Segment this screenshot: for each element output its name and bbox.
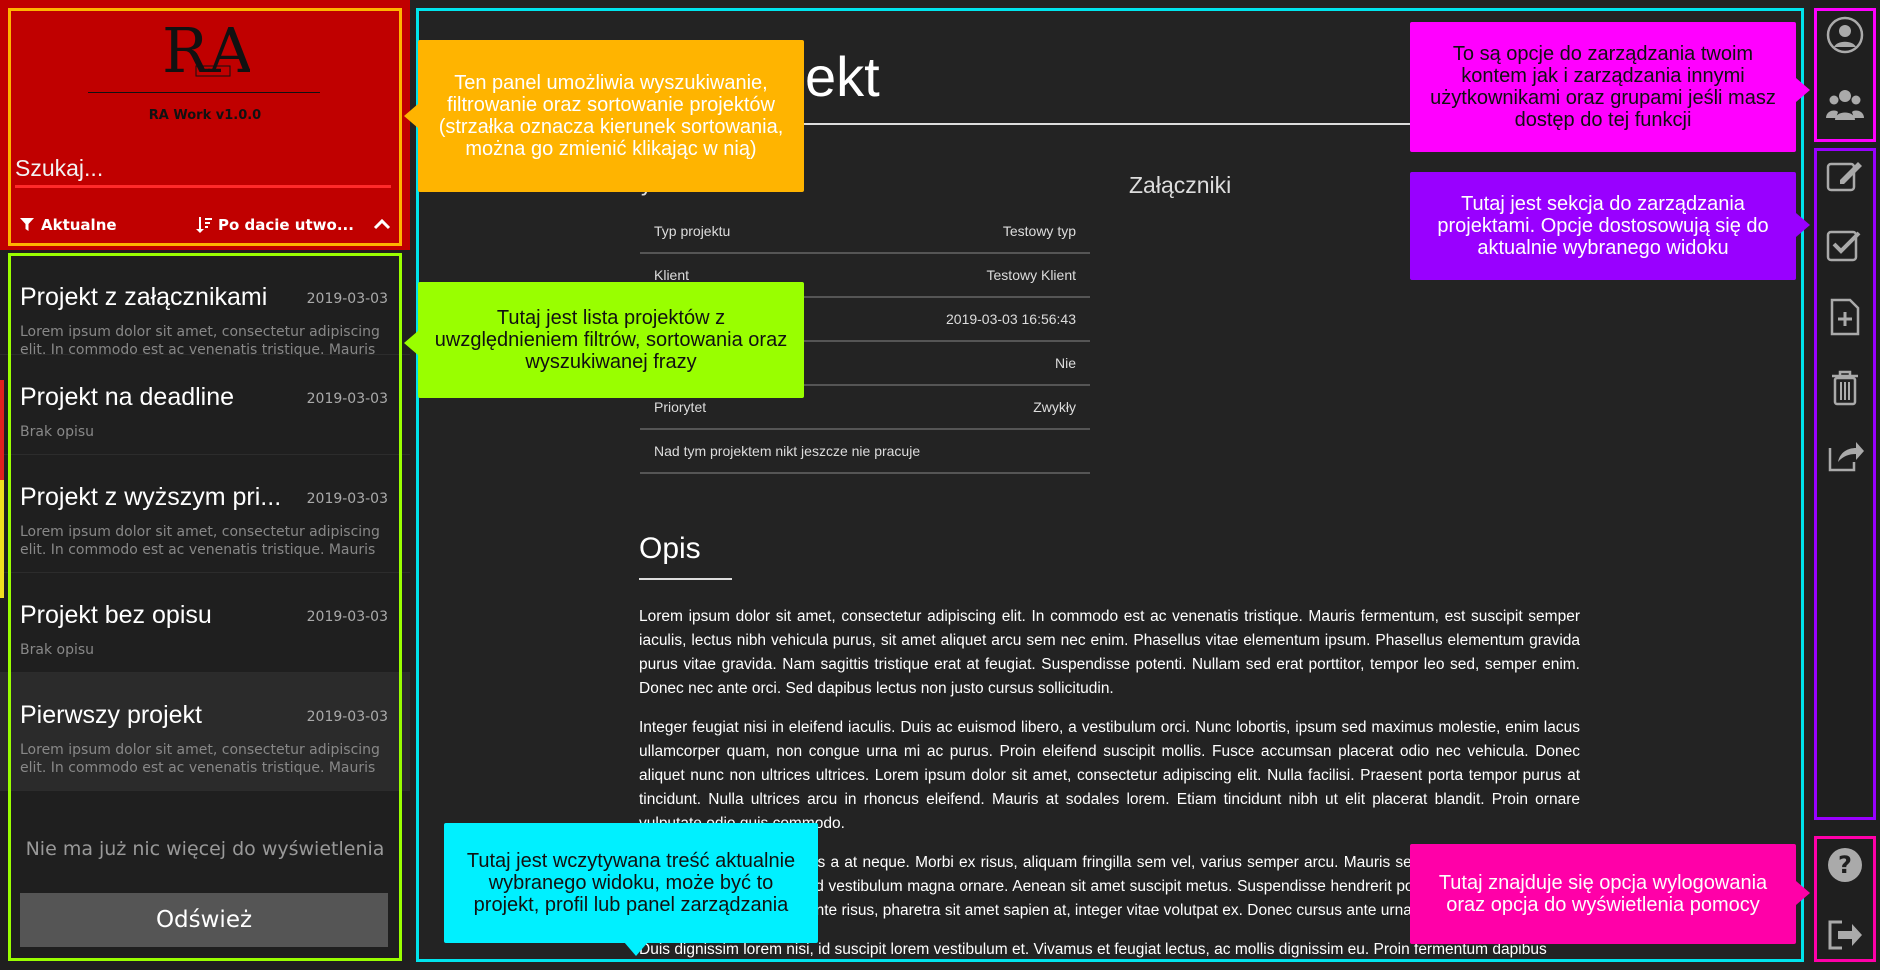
project-list-item[interactable]: Projekt z wyższym pri... 2019-03-03 Lorem … <box>0 455 410 573</box>
chevron-up-icon[interactable] <box>370 212 394 236</box>
projects-tip-arrow <box>1796 213 1810 237</box>
sort-label: Po dacie utwo... <box>218 216 354 234</box>
deadline-marker <box>0 380 4 480</box>
project-title: Projekt na deadline <box>20 383 235 411</box>
detail-value: Nie <box>1054 355 1076 371</box>
project-date: 2019-03-03 <box>306 291 388 307</box>
list-tip: Tutaj jest lista projektów z uwzględnien… <box>418 282 804 398</box>
project-list-item[interactable]: Projekt z załącznikami 2019-03-03 Lorem ip… <box>0 255 410 358</box>
user-icon[interactable] <box>1826 16 1864 54</box>
list-end-text: Nie ma już nic więcej do wyświetlenia <box>25 838 385 860</box>
detail-value: 2019-03-03 16:56:43 <box>946 311 1076 327</box>
detail-label: Nad tym projektem nikt jeszcze nie pracu… <box>654 443 921 459</box>
project-title: Projekt z wyższym pri... <box>20 483 282 511</box>
project-desc: Brak opisu <box>20 424 95 440</box>
project-desc: Brak opisu <box>20 642 95 658</box>
right-sidebar: ? <box>1810 0 1880 970</box>
refresh-button[interactable]: Odśwież <box>20 893 388 947</box>
content-tip: Tutaj jest wczytywana treść aktualnie wy… <box>444 823 818 943</box>
project-desc: Lorem ipsum dolor sit amet, consectetur … <box>20 524 380 558</box>
project-title: Projekt bez opisu <box>20 601 212 629</box>
description-underline <box>639 578 732 580</box>
logout-tip: Tutaj znajduje się opcja wylogowania ora… <box>1410 844 1796 944</box>
description-heading: Opis <box>639 532 701 565</box>
content-tip-arrow <box>624 942 648 956</box>
edit-icon[interactable] <box>1826 156 1864 194</box>
detail-value: Zwykły <box>1033 399 1076 415</box>
account-tip-arrow <box>1796 78 1810 102</box>
filter-row: Aktualne Po dacie utwo... <box>0 212 410 238</box>
ra-logo: RA <box>162 14 250 86</box>
users-icon[interactable] <box>1826 86 1864 124</box>
project-date: 2019-03-03 <box>306 709 388 725</box>
account-tip: To są opcje do zarządzania twoim kontem … <box>1410 22 1796 152</box>
project-list-item[interactable]: Projekt bez opisu 2019-03-03 Brak opisu <box>0 573 410 673</box>
app-root: RA RA Work v1.0.0 Aktualne Po dacie utwo… <box>0 0 1880 970</box>
search-input[interactable] <box>15 152 391 188</box>
detail-row: Typ projektu Testowy typ <box>640 210 1090 254</box>
search-tip: Ten panel umożliwia wyszukiwanie, filtro… <box>418 40 804 192</box>
priority-marker <box>0 480 4 598</box>
detail-label: Klient <box>654 267 690 283</box>
detail-value: Testowy typ <box>1002 223 1076 239</box>
attachments-heading: Załączniki <box>1129 172 1232 198</box>
logo-divider <box>88 92 320 93</box>
detail-value: Testowy Klient <box>986 267 1076 283</box>
projects-tip: Tutaj jest sekcja do zarządzania projekt… <box>1410 172 1796 280</box>
check-icon[interactable] <box>1826 226 1864 264</box>
svg-text:?: ? <box>1838 851 1852 879</box>
svg-text:RA: RA <box>162 14 250 86</box>
share-icon[interactable] <box>1826 436 1864 474</box>
description-paragraph: Integer feugiat nisi in eleifend iaculis… <box>639 719 1580 832</box>
project-desc: Lorem ipsum dolor sit amet, consectetur … <box>20 742 380 776</box>
project-desc: Lorem ipsum dolor sit amet, consectetur … <box>20 324 380 358</box>
project-list-item[interactable]: Pierwszy projekt 2019-03-03 Lorem ipsum do… <box>0 673 410 791</box>
filter-label: Aktualne <box>41 216 117 234</box>
filter-button[interactable]: Aktualne <box>20 216 117 234</box>
filter-icon <box>20 218 34 231</box>
add-file-icon[interactable] <box>1826 298 1864 336</box>
project-date: 2019-03-03 <box>306 491 388 507</box>
trash-icon[interactable] <box>1826 368 1864 406</box>
logout-tip-arrow <box>1796 881 1810 905</box>
sort-icon <box>196 217 212 233</box>
detail-row: Nad tym projektem nikt jeszcze nie pracu… <box>640 430 1090 474</box>
logout-icon[interactable] <box>1826 916 1864 954</box>
project-list: Projekt z załącznikami 2019-03-03 Lorem ip… <box>0 255 410 791</box>
detail-label: Typ projektu <box>654 223 731 239</box>
detail-label: Priorytet <box>654 399 707 415</box>
app-version: RA Work v1.0.0 <box>148 108 262 123</box>
project-list-item[interactable]: Projekt na deadline 2019-03-03 Brak opisu <box>0 355 410 455</box>
sort-button[interactable]: Po dacie utwo... <box>196 216 354 234</box>
list-tip-arrow <box>404 331 418 355</box>
search-tip-arrow <box>404 104 418 128</box>
project-title: Projekt z załącznikami <box>20 283 268 311</box>
project-date: 2019-03-03 <box>306 609 388 625</box>
help-icon[interactable]: ? <box>1826 846 1864 884</box>
project-date: 2019-03-03 <box>306 391 388 407</box>
left-panel: RA RA Work v1.0.0 Aktualne Po dacie utwo… <box>0 0 410 970</box>
description-paragraph: Lorem ipsum dolor sit amet, consectetur … <box>639 608 1580 697</box>
search-panel: RA RA Work v1.0.0 Aktualne Po dacie utwo… <box>0 0 410 250</box>
project-title: Pierwszy projekt <box>20 701 202 729</box>
